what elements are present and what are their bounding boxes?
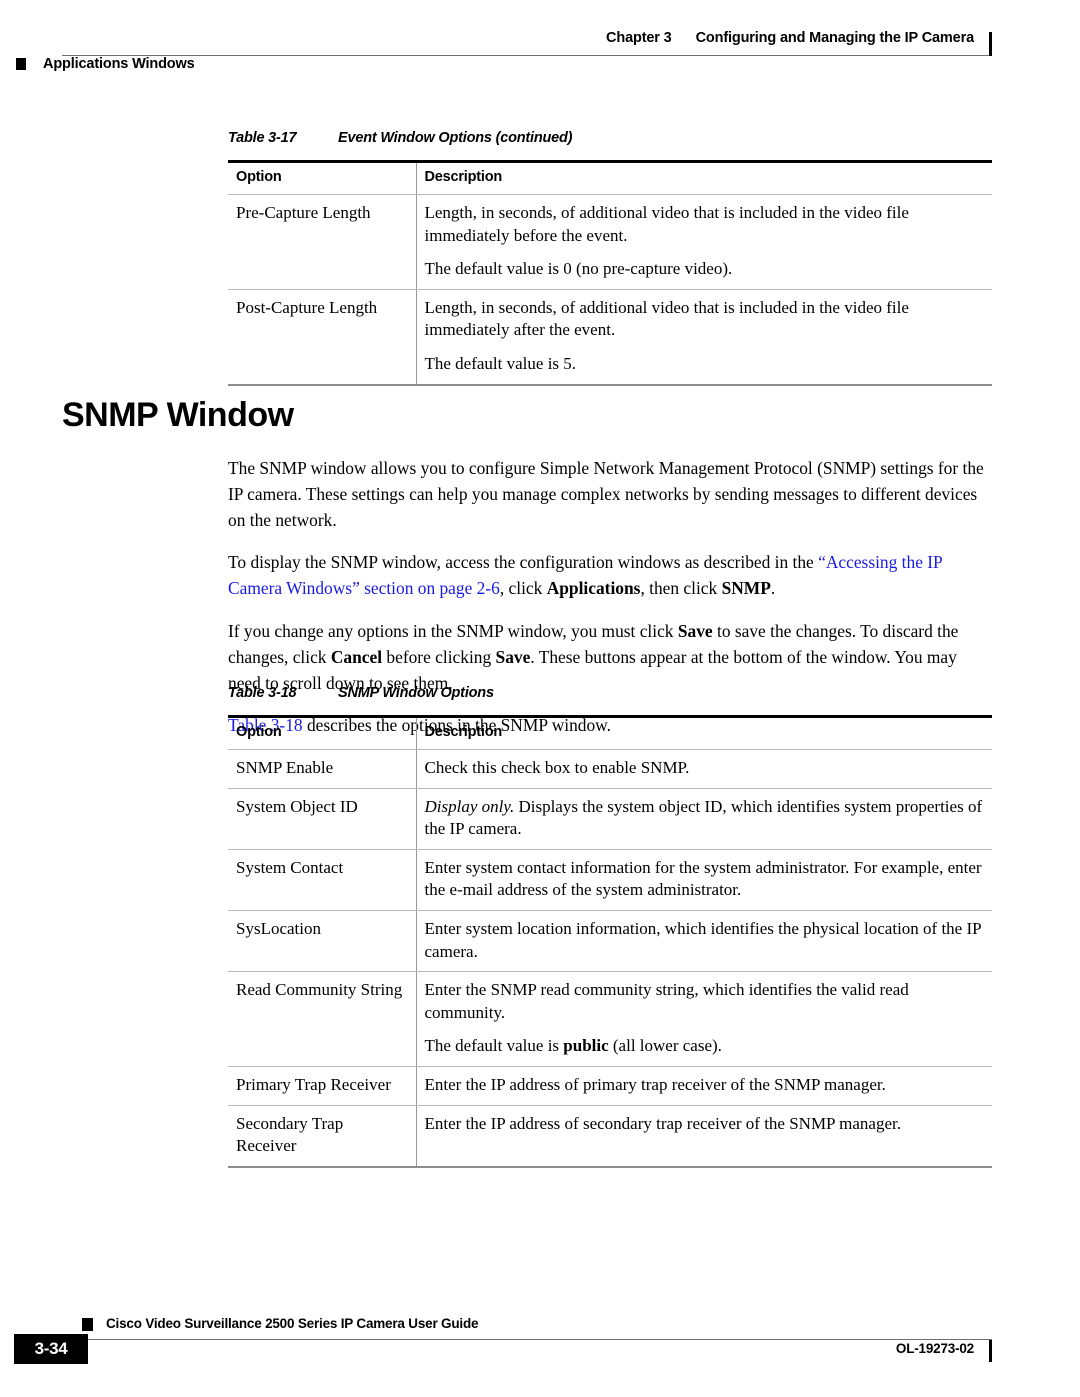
cell-description: Enter system contact information for the… [416,849,992,912]
header-divider [62,55,992,56]
cell-description: Length, in seconds, of additional video … [416,194,992,290]
cell-option: SNMP Enable [228,749,417,789]
cell-paragraph: Enter the IP address of primary trap rec… [424,1075,886,1095]
cell-paragraph: Length, in seconds, of additional video … [424,297,909,340]
table-header-row: Option Description [228,160,992,195]
text-after-bold: (all lower case). [608,1036,722,1056]
text-part-3: before clicking [382,646,496,667]
column-header-option: Option [228,160,417,195]
table-3-17-caption-number: Table 3-17 [228,130,297,146]
table-row: Post-Capture Length Length, in seconds, … [228,289,992,386]
cell-option: System Contact [228,849,417,912]
bold-public: public [563,1036,609,1056]
footer-edge-tick [989,1340,992,1362]
cell-description: Enter the IP address of primary trap rec… [416,1066,992,1106]
cell-description: Display only. Displays the system object… [416,788,992,850]
table-row: SNMP Enable Check this check box to enab… [228,749,992,789]
bold-save-2: Save [495,646,531,667]
paragraph-snmp-overview: The SNMP window allows you to configure … [228,458,984,531]
column-header-description: Description [416,715,992,750]
cell-paragraph: The default value is 0 (no pre-capture v… [424,259,733,279]
bold-save: Save [677,620,713,641]
footer-guide-title: Cisco Video Surveillance 2500 Series IP … [106,1316,479,1331]
header-chapter-info: Chapter 3 Configuring and Managing the IP… [606,30,974,46]
cell-description: Enter system location information, which… [416,910,992,973]
cell-paragraph: The default value is 5. [424,354,577,374]
table-row: Read Community String Enter the SNMP rea… [228,971,992,1068]
header-section-info: Applications Windows [16,56,195,72]
cell-description: Check this check box to enable SNMP. [416,749,992,789]
table-3-18-caption-number: Table 3-18 [228,685,297,701]
table-row: SysLocation Enter system location inform… [228,910,992,973]
cell-option: System Object ID [228,788,417,850]
cell-paragraph: Length, in seconds, of additional video … [424,203,909,245]
paragraph-snmp-access: To display the SNMP window, access the c… [228,549,992,601]
column-header-description: Description [416,160,992,195]
table-3-17-block: Table 3-17 Event Window Options (continue… [228,130,992,386]
cell-option: Post-Capture Length [228,289,417,386]
bold-snmp: SNMP [721,578,771,599]
bold-cancel: Cancel [330,646,383,667]
cell-option: Pre-Capture Length [228,194,417,290]
table-3-18-caption-title: SNMP Window Options [338,685,494,701]
text-before-bold: The default value is [424,1036,564,1056]
header-edge-tick [989,32,992,56]
table-row: Secondary Trap Receiver Enter the IP add… [228,1105,992,1168]
bold-applications: Applications [546,578,641,599]
table-3-18-caption: Table 3-18 SNMP Window Options [228,685,992,701]
header-section-label: Applications Windows [43,56,195,72]
table-row: Pre-Capture Length Length, in seconds, o… [228,194,992,290]
text-after-link: , click [499,578,547,599]
table-3-18-block: Table 3-18 SNMP Window Options Option Des… [228,685,992,1168]
cell-option: Primary Trap Receiver [228,1066,417,1106]
footer-document-number: OL-19273-02 [895,1341,974,1356]
cell-option: Read Community String [228,971,417,1068]
cell-paragraph: Check this check box to enable SNMP. [424,758,690,777]
table-row: System Object ID Display only. Displays … [228,788,992,850]
table-3-17-caption-title: Event Window Options (continued) [338,130,573,146]
table-3-18: Option Description SNMP Enable Check thi… [228,715,992,1168]
cell-description: Length, in seconds, of additional video … [416,289,992,386]
cell-paragraph: The default value is public (all lower c… [425,1035,985,1058]
italic-display-only: Display only. [424,796,515,816]
table-3-17: Option Description Pre-Capture Length Le… [228,160,992,386]
text-part-1: If you change any options in the SNMP wi… [228,620,678,641]
section-heading-snmp-window: SNMP Window [62,396,294,434]
table-row: System Contact Enter system contact info… [228,849,992,912]
cell-option: SysLocation [228,910,417,973]
page-footer: Cisco Video Surveillance 2500 Series IP … [14,1316,992,1376]
text-end: . [770,578,776,599]
cell-paragraph: Enter system location information, which… [424,919,981,961]
cell-paragraph: Display only. Displays the system object… [425,796,985,841]
page-header: Chapter 3 Configuring and Managing the IP… [16,30,992,76]
cell-option: Secondary Trap Receiver [228,1105,417,1168]
text-mid: , then click [640,578,722,599]
table-header-row: Option Description [228,715,992,750]
footer-divider [62,1339,992,1340]
square-bullet-icon [16,58,26,70]
column-header-option: Option [228,715,417,750]
table-3-17-caption: Table 3-17 Event Window Options (continue… [228,130,992,146]
footer-square-bullet-icon [82,1318,93,1331]
cell-paragraph: Enter system contact information for the… [424,857,982,900]
cell-paragraph: Enter the IP address of secondary trap r… [424,1113,901,1133]
cell-description: Enter the SNMP read community string, wh… [416,971,992,1068]
table-row: Primary Trap Receiver Enter the IP addre… [228,1066,992,1106]
header-chapter-label: Chapter 3 [606,30,672,46]
header-chapter-title: Configuring and Managing the IP Camera [695,30,975,46]
page-number-badge: 3-34 [14,1334,88,1364]
cell-paragraph: Enter the SNMP read community string, wh… [424,980,909,1022]
text-before-link: To display the SNMP window, access the c… [228,552,819,573]
cell-description: Enter the IP address of secondary trap r… [416,1105,992,1168]
